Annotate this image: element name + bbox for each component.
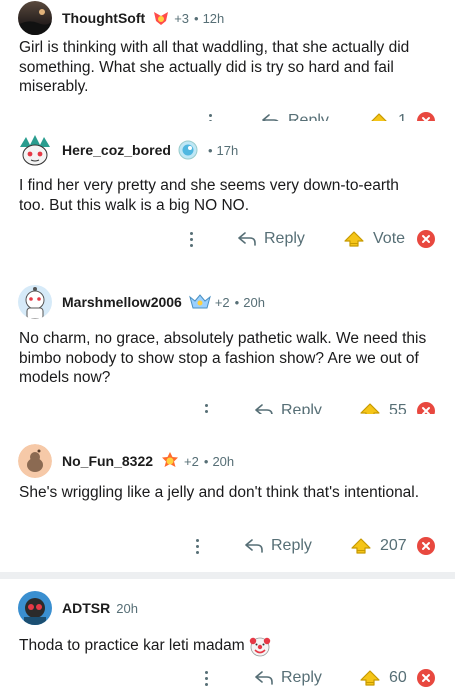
reply-arrow-icon	[255, 671, 273, 685]
more-vert-icon[interactable]	[202, 665, 210, 691]
comment-actions: Reply 60	[0, 665, 455, 691]
upvote-arrow-icon	[351, 538, 371, 554]
vote-count: Vote	[373, 230, 406, 247]
avatar[interactable]	[18, 591, 52, 625]
comment-text: Thoda to practice kar leti madam	[19, 637, 245, 655]
award-count: +3	[174, 10, 190, 26]
award-count: +2	[214, 294, 230, 310]
timestamp: 12h	[202, 10, 225, 26]
clown-emoji-icon	[249, 637, 270, 657]
avatar[interactable]	[18, 285, 52, 319]
reply-arrow-icon	[245, 539, 263, 553]
award-icon	[160, 451, 180, 471]
separator-dot: •	[234, 294, 240, 310]
reply-button[interactable]: Reply	[255, 665, 322, 691]
downvote-x-icon[interactable]	[417, 230, 435, 248]
award-icon	[178, 140, 198, 160]
reply-label: Reply	[281, 669, 322, 686]
avatar[interactable]	[18, 1, 52, 35]
comment-text: Girl is thinking with all that waddling,…	[19, 39, 410, 95]
upvote-button[interactable]: 60	[359, 665, 407, 691]
award-count: +2	[184, 453, 199, 469]
award-icon	[152, 9, 170, 27]
timestamp: 20h	[116, 600, 138, 616]
comment-header: ADTSR 20h	[18, 591, 138, 625]
timestamp: 20h	[212, 453, 235, 469]
comment-text: No charm, no grace, absolutely pathetic …	[19, 330, 427, 386]
vote-count: 207	[380, 537, 407, 554]
upvote-arrow-icon	[360, 670, 380, 686]
reply-button[interactable]: Reply	[245, 533, 312, 559]
reply-label: Reply	[264, 230, 305, 247]
username[interactable]: Marshmellow2006	[62, 294, 182, 310]
timestamp: 20h	[243, 294, 265, 310]
reply-button[interactable]: Reply	[238, 226, 305, 252]
award-icon	[188, 293, 211, 311]
username[interactable]: ADTSR	[62, 600, 110, 616]
comment-header: Here_coz_bored • 17h	[18, 133, 238, 167]
downvote-x-icon[interactable]	[417, 537, 435, 555]
avatar[interactable]	[18, 133, 52, 167]
reply-label: Reply	[271, 537, 312, 554]
comment-header: No_Fun_8322 +2 • 20h	[18, 444, 234, 478]
separator-dot: •	[203, 453, 209, 469]
username[interactable]: Here_coz_bored	[62, 142, 171, 158]
comment-text-row: Thoda to practice kar leti madam	[19, 635, 429, 657]
comment-actions: Reply Vote	[0, 226, 455, 252]
comment-actions: Reply 207	[0, 533, 455, 559]
reply-arrow-icon	[238, 232, 256, 246]
comment-header: Marshmellow2006 +2 • 20h	[18, 285, 265, 319]
avatar[interactable]	[18, 444, 52, 478]
comment-header: ThoughtSoft +3 • 12h	[18, 1, 224, 35]
upvote-button[interactable]: Vote	[343, 226, 405, 252]
upvote-button[interactable]: 207	[350, 533, 407, 559]
timestamp: 17h	[216, 142, 239, 158]
separator-dot: •	[207, 142, 213, 158]
username[interactable]: No_Fun_8322	[62, 453, 153, 469]
more-vert-icon[interactable]	[187, 226, 195, 252]
upvote-arrow-icon	[344, 231, 364, 247]
username[interactable]: ThoughtSoft	[62, 10, 145, 26]
more-vert-icon[interactable]	[193, 533, 201, 559]
thread-separator	[0, 572, 455, 579]
vote-count: 60	[389, 669, 407, 686]
separator-dot: •	[194, 10, 199, 26]
comment-text: She's wriggling like a jelly and don't t…	[19, 484, 420, 501]
downvote-x-icon[interactable]	[417, 669, 435, 687]
comment-text: I find her very pretty and she seems ver…	[19, 177, 399, 214]
